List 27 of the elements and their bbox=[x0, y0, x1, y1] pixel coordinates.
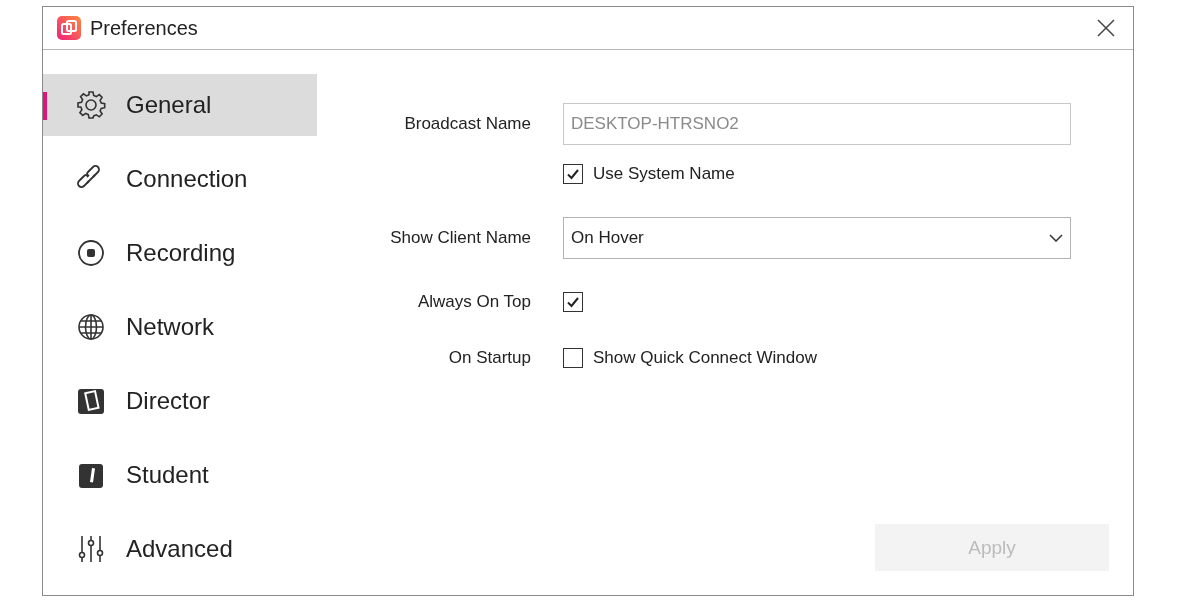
checkbox[interactable] bbox=[563, 292, 583, 312]
chevron-down-icon bbox=[1049, 234, 1063, 242]
sliders-icon bbox=[76, 534, 106, 564]
sidebar-item[interactable]: Connection bbox=[43, 148, 317, 210]
checkbox-label[interactable]: Use System Name bbox=[593, 164, 735, 184]
field-label: On Startup bbox=[447, 348, 531, 368]
field-label: Show Client Name bbox=[389, 228, 531, 248]
app-logo-icon bbox=[57, 16, 81, 40]
checkbox-label[interactable]: Show Quick Connect Window bbox=[593, 348, 817, 368]
globe-icon bbox=[76, 312, 106, 342]
close-icon bbox=[1097, 19, 1115, 37]
sidebar-item[interactable]: Network bbox=[43, 296, 317, 358]
checkbox[interactable] bbox=[563, 348, 583, 368]
record-icon bbox=[76, 238, 106, 268]
sidebar-item[interactable]: Recording bbox=[43, 222, 317, 284]
window-title: Preferences bbox=[90, 16, 199, 40]
sidebar-item[interactable]: Advanced bbox=[43, 518, 317, 580]
field-label: Always On Top bbox=[416, 292, 531, 312]
dropdown[interactable]: On Hover bbox=[563, 217, 1071, 259]
sidebar-item[interactable]: General bbox=[43, 74, 317, 136]
selection-indicator bbox=[43, 92, 47, 120]
cards-icon bbox=[76, 386, 106, 416]
field-label: Broadcast Name bbox=[403, 114, 531, 134]
sidebar-item[interactable]: Director bbox=[43, 370, 317, 432]
gear-icon bbox=[76, 90, 106, 120]
sidebar-item[interactable]: Student bbox=[43, 444, 317, 506]
checkbox[interactable] bbox=[563, 164, 583, 184]
